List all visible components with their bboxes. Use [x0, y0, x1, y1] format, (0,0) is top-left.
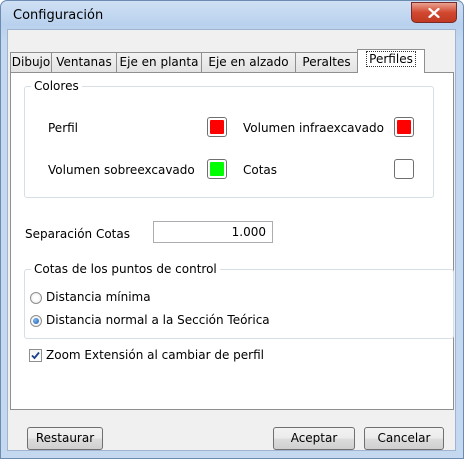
separacion-cotas-label: Separación Cotas	[25, 227, 130, 241]
checkmark-icon	[31, 351, 40, 360]
distancia-normal-label[interactable]: Distancia normal a la Sección Teórica	[46, 313, 270, 327]
restaurar-button[interactable]: Restaurar	[27, 427, 103, 450]
window-title: Configuración	[13, 8, 104, 23]
tab-perfiles[interactable]: Perfiles	[357, 49, 425, 73]
title-bar[interactable]: Configuración	[1, 1, 463, 29]
cancelar-button[interactable]: Cancelar	[364, 427, 444, 450]
colores-legend: Colores	[31, 79, 82, 93]
perfil-label: Perfil	[48, 121, 79, 135]
perfil-color-swatch[interactable]	[207, 117, 227, 137]
volumen-infraexcavado-label: Volumen infraexcavado	[243, 121, 384, 135]
distancia-minima-label[interactable]: Distancia mínima	[46, 290, 151, 304]
volumen-sobreexcavado-label: Volumen sobreexcavado	[48, 163, 195, 177]
close-icon	[428, 7, 440, 18]
tab-perfiles-label: Perfiles	[366, 51, 416, 67]
perfil-color-fill	[210, 120, 224, 134]
separacion-cotas-input[interactable]: 1.000	[153, 221, 273, 243]
cotas-color-swatch[interactable]	[394, 159, 414, 179]
tab-eje-en-planta[interactable]: Eje en planta	[116, 52, 202, 72]
volumen-sobreexcavado-color-fill	[210, 162, 224, 176]
distancia-minima-radio[interactable]	[30, 292, 42, 304]
cotas-label: Cotas	[243, 163, 278, 177]
tab-ventanas[interactable]: Ventanas	[51, 52, 117, 72]
zoom-extension-checkbox[interactable]	[29, 349, 42, 362]
tab-panel-perfiles: Colores Perfil Volumen infraexcavado Vol…	[10, 72, 454, 410]
tab-eje-en-alzado[interactable]: Eje en alzado	[201, 52, 296, 72]
cotas-puntos-control-group: Cotas de los puntos de control	[24, 262, 454, 339]
volumen-sobreexcavado-color-swatch[interactable]	[207, 159, 227, 179]
colores-group: Colores	[24, 79, 434, 198]
tab-peraltes[interactable]: Peraltes	[295, 52, 358, 72]
cotas-color-fill	[397, 162, 411, 176]
volumen-infraexcavado-color-fill	[397, 120, 411, 134]
distancia-normal-radio[interactable]	[30, 315, 42, 327]
cotas-puntos-control-legend: Cotas de los puntos de control	[31, 262, 220, 276]
zoom-extension-label[interactable]: Zoom Extensión al cambiar de perfil	[46, 348, 264, 362]
volumen-infraexcavado-color-swatch[interactable]	[394, 117, 414, 137]
tab-dibujo[interactable]: Dibujo	[10, 52, 52, 72]
close-button[interactable]	[411, 2, 457, 23]
aceptar-button[interactable]: Aceptar	[273, 427, 355, 450]
